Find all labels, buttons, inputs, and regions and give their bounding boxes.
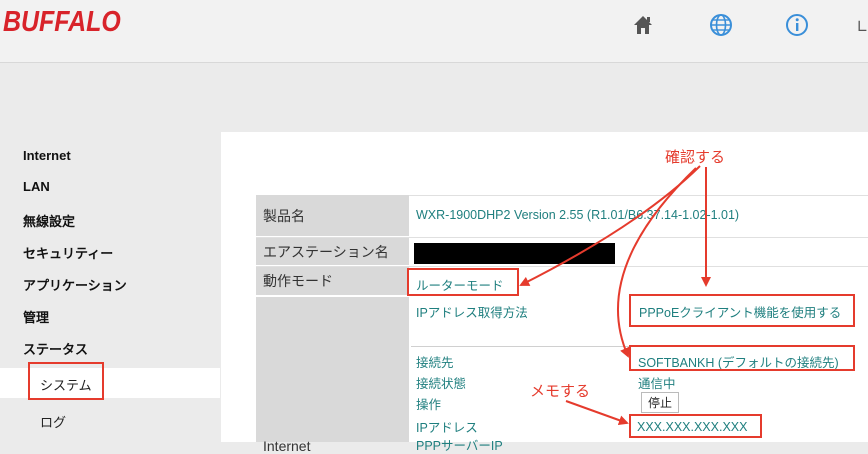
arrow-to-mode xyxy=(519,165,701,286)
arrow-to-ip-address xyxy=(565,400,629,425)
arrow-to-connection xyxy=(617,167,697,358)
annotation-arrows xyxy=(519,165,711,425)
